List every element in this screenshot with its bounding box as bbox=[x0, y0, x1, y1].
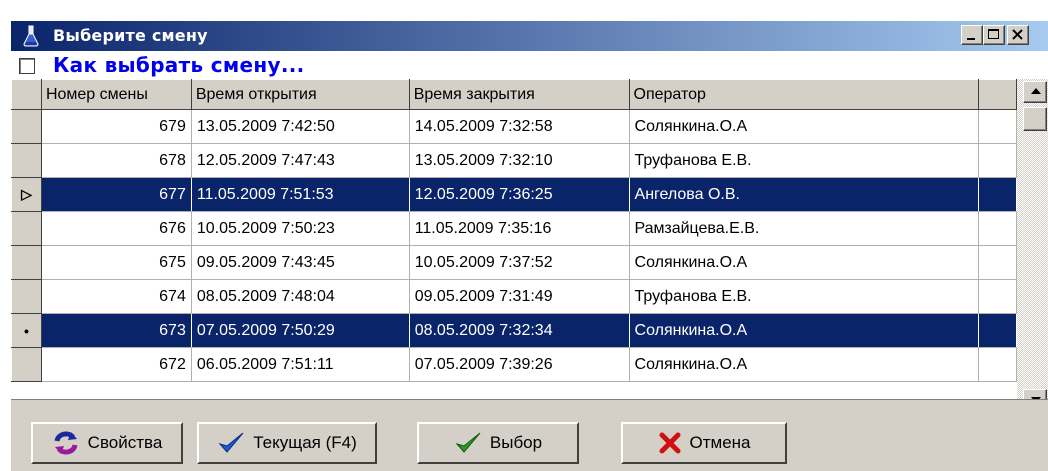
cell-open-time: 12.05.2009 7:47:43 bbox=[191, 143, 410, 178]
cell-shift-number: 676 bbox=[41, 211, 192, 246]
table-row[interactable]: 675 09.05.2009 7:43:45 10.05.2009 7:37:52 С… bbox=[11, 245, 1017, 280]
vertical-scrollbar[interactable] bbox=[1017, 79, 1048, 419]
cell-close-time: 11.05.2009 7:35:16 bbox=[409, 211, 630, 246]
header-operator[interactable]: Оператор bbox=[628, 79, 980, 110]
cell-operator: Солянкина.О.А bbox=[629, 245, 980, 280]
cell-shift-number: 672 bbox=[41, 347, 192, 382]
button-bar: Свойства Текущая (F4) Выбор Отмена bbox=[11, 399, 1048, 471]
header-row: Номер смены Время открытия Время закрыти… bbox=[11, 79, 1017, 110]
table-row[interactable]: 676 10.05.2009 7:50:23 11.05.2009 7:35:16 Р… bbox=[11, 211, 1017, 246]
row-indicator[interactable] bbox=[11, 143, 42, 178]
shift-select-window: Выберите смену Как выбрать смену... Номе… bbox=[10, 20, 1048, 471]
cell-shift-number: 673 bbox=[41, 313, 192, 348]
cell-operator: Солянкина.О.А bbox=[629, 109, 980, 144]
checkmark-icon bbox=[218, 432, 244, 453]
close-button[interactable] bbox=[1007, 25, 1029, 45]
maximize-icon bbox=[988, 29, 999, 39]
cell-open-time: 08.05.2009 7:48:04 bbox=[191, 279, 410, 314]
select-button-label: Выбор bbox=[489, 433, 543, 452]
cell-open-time: 06.05.2009 7:51:11 bbox=[191, 347, 410, 382]
shift-table: Номер смены Время открытия Время закрыти… bbox=[11, 79, 1017, 382]
cell-shift-number: 679 bbox=[41, 109, 192, 144]
header-filler bbox=[978, 79, 1017, 110]
header-shift-number[interactable]: Номер смены bbox=[40, 79, 192, 110]
cell-filler bbox=[978, 347, 1017, 382]
cell-operator: Труфанова Е.В. bbox=[629, 143, 980, 178]
table-row[interactable]: 678 12.05.2009 7:47:43 13.05.2009 7:32:10 Т… bbox=[11, 143, 1017, 178]
properties-button[interactable]: Свойства bbox=[31, 422, 183, 464]
cell-operator: Труфанова Е.В. bbox=[629, 279, 980, 314]
current-shift-button-label: Текущая (F4) bbox=[253, 433, 357, 452]
cell-shift-number: 675 bbox=[41, 245, 192, 280]
cell-open-time: 10.05.2009 7:50:23 bbox=[191, 211, 410, 246]
cell-close-time: 12.05.2009 7:36:25 bbox=[409, 177, 630, 212]
table-row[interactable]: • 673 07.05.2009 7:50:29 08.05.2009 7:32:34… bbox=[11, 313, 1017, 348]
arrow-up-icon bbox=[1031, 88, 1041, 94]
cell-close-time: 09.05.2009 7:31:49 bbox=[409, 279, 630, 314]
cell-close-time: 08.05.2009 7:32:34 bbox=[409, 313, 630, 348]
cell-close-time: 07.05.2009 7:39:26 bbox=[409, 347, 630, 382]
scroll-up-button[interactable] bbox=[1023, 81, 1047, 103]
cell-close-time: 13.05.2009 7:32:10 bbox=[409, 143, 630, 178]
cell-filler bbox=[978, 245, 1017, 280]
header-open-time[interactable]: Время открытия bbox=[190, 79, 410, 110]
cell-shift-number: 677 bbox=[41, 177, 192, 212]
help-checkbox[interactable] bbox=[19, 58, 35, 74]
table-row[interactable]: 674 08.05.2009 7:48:04 09.05.2009 7:31:49 Т… bbox=[11, 279, 1017, 314]
refresh-icon bbox=[54, 431, 78, 455]
select-button[interactable]: Выбор bbox=[417, 422, 579, 464]
header-close-time[interactable]: Время закрытия bbox=[408, 79, 630, 110]
cell-shift-number: 678 bbox=[41, 143, 192, 178]
row-indicator[interactable] bbox=[11, 211, 42, 246]
table-row[interactable]: 679 13.05.2009 7:42:50 14.05.2009 7:32:58 С… bbox=[11, 109, 1017, 144]
row-indicator[interactable] bbox=[11, 279, 42, 314]
minimize-icon bbox=[967, 38, 975, 40]
properties-button-label: Свойства bbox=[87, 433, 163, 452]
row-indicator[interactable] bbox=[11, 245, 42, 280]
cancel-button-label: Отмена bbox=[689, 433, 751, 452]
cell-filler bbox=[978, 109, 1017, 144]
table-row[interactable]: 672 06.05.2009 7:51:11 07.05.2009 7:39:26 С… bbox=[11, 347, 1017, 382]
cell-open-time: 13.05.2009 7:42:50 bbox=[191, 109, 410, 144]
shift-grid[interactable]: Номер смены Время открытия Время закрыти… bbox=[11, 79, 1017, 419]
cell-shift-number: 674 bbox=[41, 279, 192, 314]
cell-close-time: 10.05.2009 7:37:52 bbox=[409, 245, 630, 280]
row-indicator[interactable]: • bbox=[11, 313, 42, 348]
grid-body: 679 13.05.2009 7:42:50 14.05.2009 7:32:58 С… bbox=[11, 109, 1017, 382]
cell-filler bbox=[978, 211, 1017, 246]
maximize-button[interactable] bbox=[983, 25, 1005, 45]
row-indicator[interactable] bbox=[11, 109, 42, 144]
close-x-icon bbox=[659, 432, 680, 454]
cell-open-time: 07.05.2009 7:50:29 bbox=[191, 313, 410, 348]
minimize-button[interactable] bbox=[961, 25, 983, 45]
close-icon bbox=[1012, 29, 1023, 40]
cell-operator: Солянкина.О.А bbox=[629, 347, 980, 382]
cell-close-time: 14.05.2009 7:32:58 bbox=[409, 109, 630, 144]
scroll-thumb[interactable] bbox=[1023, 107, 1047, 131]
current-shift-button[interactable]: Текущая (F4) bbox=[197, 422, 377, 464]
cell-filler bbox=[978, 177, 1017, 212]
cell-filler bbox=[978, 279, 1017, 314]
cell-filler bbox=[978, 313, 1017, 348]
table-row[interactable]: ▷ 677 11.05.2009 7:51:53 12.05.2009 7:36:25… bbox=[11, 177, 1017, 212]
cell-filler bbox=[978, 143, 1017, 178]
cell-operator: Ангелова О.В. bbox=[629, 177, 980, 212]
help-link[interactable]: Как выбрать смену... bbox=[53, 53, 305, 77]
checkmark-icon bbox=[455, 432, 481, 453]
cell-operator: Солянкина.О.А bbox=[629, 313, 980, 348]
window-title: Выберите смену bbox=[53, 26, 208, 45]
cell-open-time: 09.05.2009 7:43:45 bbox=[191, 245, 410, 280]
cancel-button[interactable]: Отмена bbox=[621, 422, 787, 464]
header-indicator bbox=[11, 79, 42, 110]
row-indicator[interactable]: ▷ bbox=[11, 177, 42, 212]
cell-operator: Рамзайцева.Е.В. bbox=[629, 211, 980, 246]
help-row: Как выбрать смену... bbox=[11, 51, 1048, 79]
app-flask-icon bbox=[23, 25, 39, 47]
cell-open-time: 11.05.2009 7:51:53 bbox=[191, 177, 410, 212]
row-indicator[interactable] bbox=[11, 347, 42, 382]
title-bar[interactable]: Выберите смену bbox=[11, 21, 1048, 51]
